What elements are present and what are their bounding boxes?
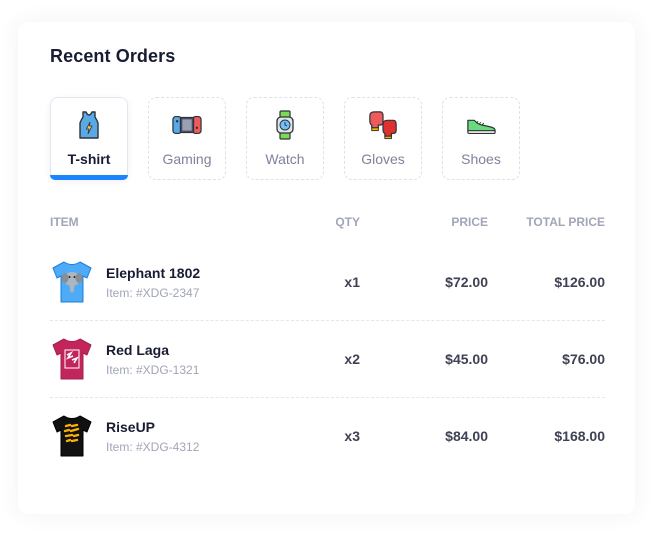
product-name[interactable]: RiseUP — [106, 419, 155, 435]
table-row[interactable]: Elephant 1802 Item: #XDG-2347 x1 $72.00 … — [50, 245, 605, 321]
product-price: $72.00 — [445, 274, 488, 290]
recent-orders-card: Recent Orders T-shirt Gaming Watch Glove… — [18, 22, 635, 514]
tab-tshirt[interactable]: T-shirt — [50, 97, 128, 180]
product-total-price: $76.00 — [562, 351, 605, 367]
column-header-item: ITEM — [50, 215, 79, 229]
product-code: Item: #XDG-4312 — [106, 440, 200, 454]
product-name[interactable]: Red Laga — [106, 342, 169, 358]
tank-top-icon — [74, 110, 104, 140]
product-price: $45.00 — [445, 351, 488, 367]
column-header-total-price: TOTAL PRICE — [526, 215, 605, 229]
table-row[interactable]: RiseUP Item: #XDG-4312 x3 $84.00 $168.00 — [50, 399, 605, 475]
product-total-price: $126.00 — [554, 274, 605, 290]
blue-elephant-tshirt-icon — [50, 259, 94, 305]
product-qty: x2 — [344, 351, 360, 367]
table-row[interactable]: Red Laga Item: #XDG-1321 x2 $45.00 $76.0… — [50, 322, 605, 398]
product-price: $84.00 — [445, 428, 488, 444]
tab-label: Shoes — [461, 151, 501, 167]
product-name[interactable]: Elephant 1802 — [106, 265, 200, 281]
tab-label: Gaming — [162, 151, 212, 167]
product-qty: x1 — [344, 274, 360, 290]
tab-label: T-shirt — [67, 151, 111, 167]
product-code: Item: #XDG-1321 — [106, 363, 200, 377]
red-tshirt-icon — [50, 336, 94, 382]
row-divider — [50, 397, 605, 398]
column-header-price: PRICE — [451, 215, 488, 229]
table-header: ITEM QTY PRICE TOTAL PRICE — [50, 215, 605, 231]
tab-label: Watch — [265, 151, 305, 167]
category-tabs: T-shirt Gaming Watch Gloves Shoes — [50, 97, 520, 180]
tab-watch[interactable]: Watch — [246, 97, 324, 180]
product-code: Item: #XDG-2347 — [106, 286, 200, 300]
row-divider — [50, 320, 605, 321]
sneaker-icon — [466, 110, 496, 140]
tab-label: Gloves — [361, 151, 405, 167]
black-tshirt-icon — [50, 413, 94, 459]
tab-gloves[interactable]: Gloves — [344, 97, 422, 180]
product-total-price: $168.00 — [554, 428, 605, 444]
smartwatch-icon — [270, 110, 300, 140]
card-title: Recent Orders — [50, 46, 176, 66]
product-qty: x3 — [344, 428, 360, 444]
boxing-gloves-icon — [368, 110, 398, 140]
tab-shoes[interactable]: Shoes — [442, 97, 520, 180]
active-tab-indicator — [50, 175, 128, 180]
game-console-icon — [172, 110, 202, 140]
tab-gaming[interactable]: Gaming — [148, 97, 226, 180]
column-header-qty: QTY — [335, 215, 360, 229]
